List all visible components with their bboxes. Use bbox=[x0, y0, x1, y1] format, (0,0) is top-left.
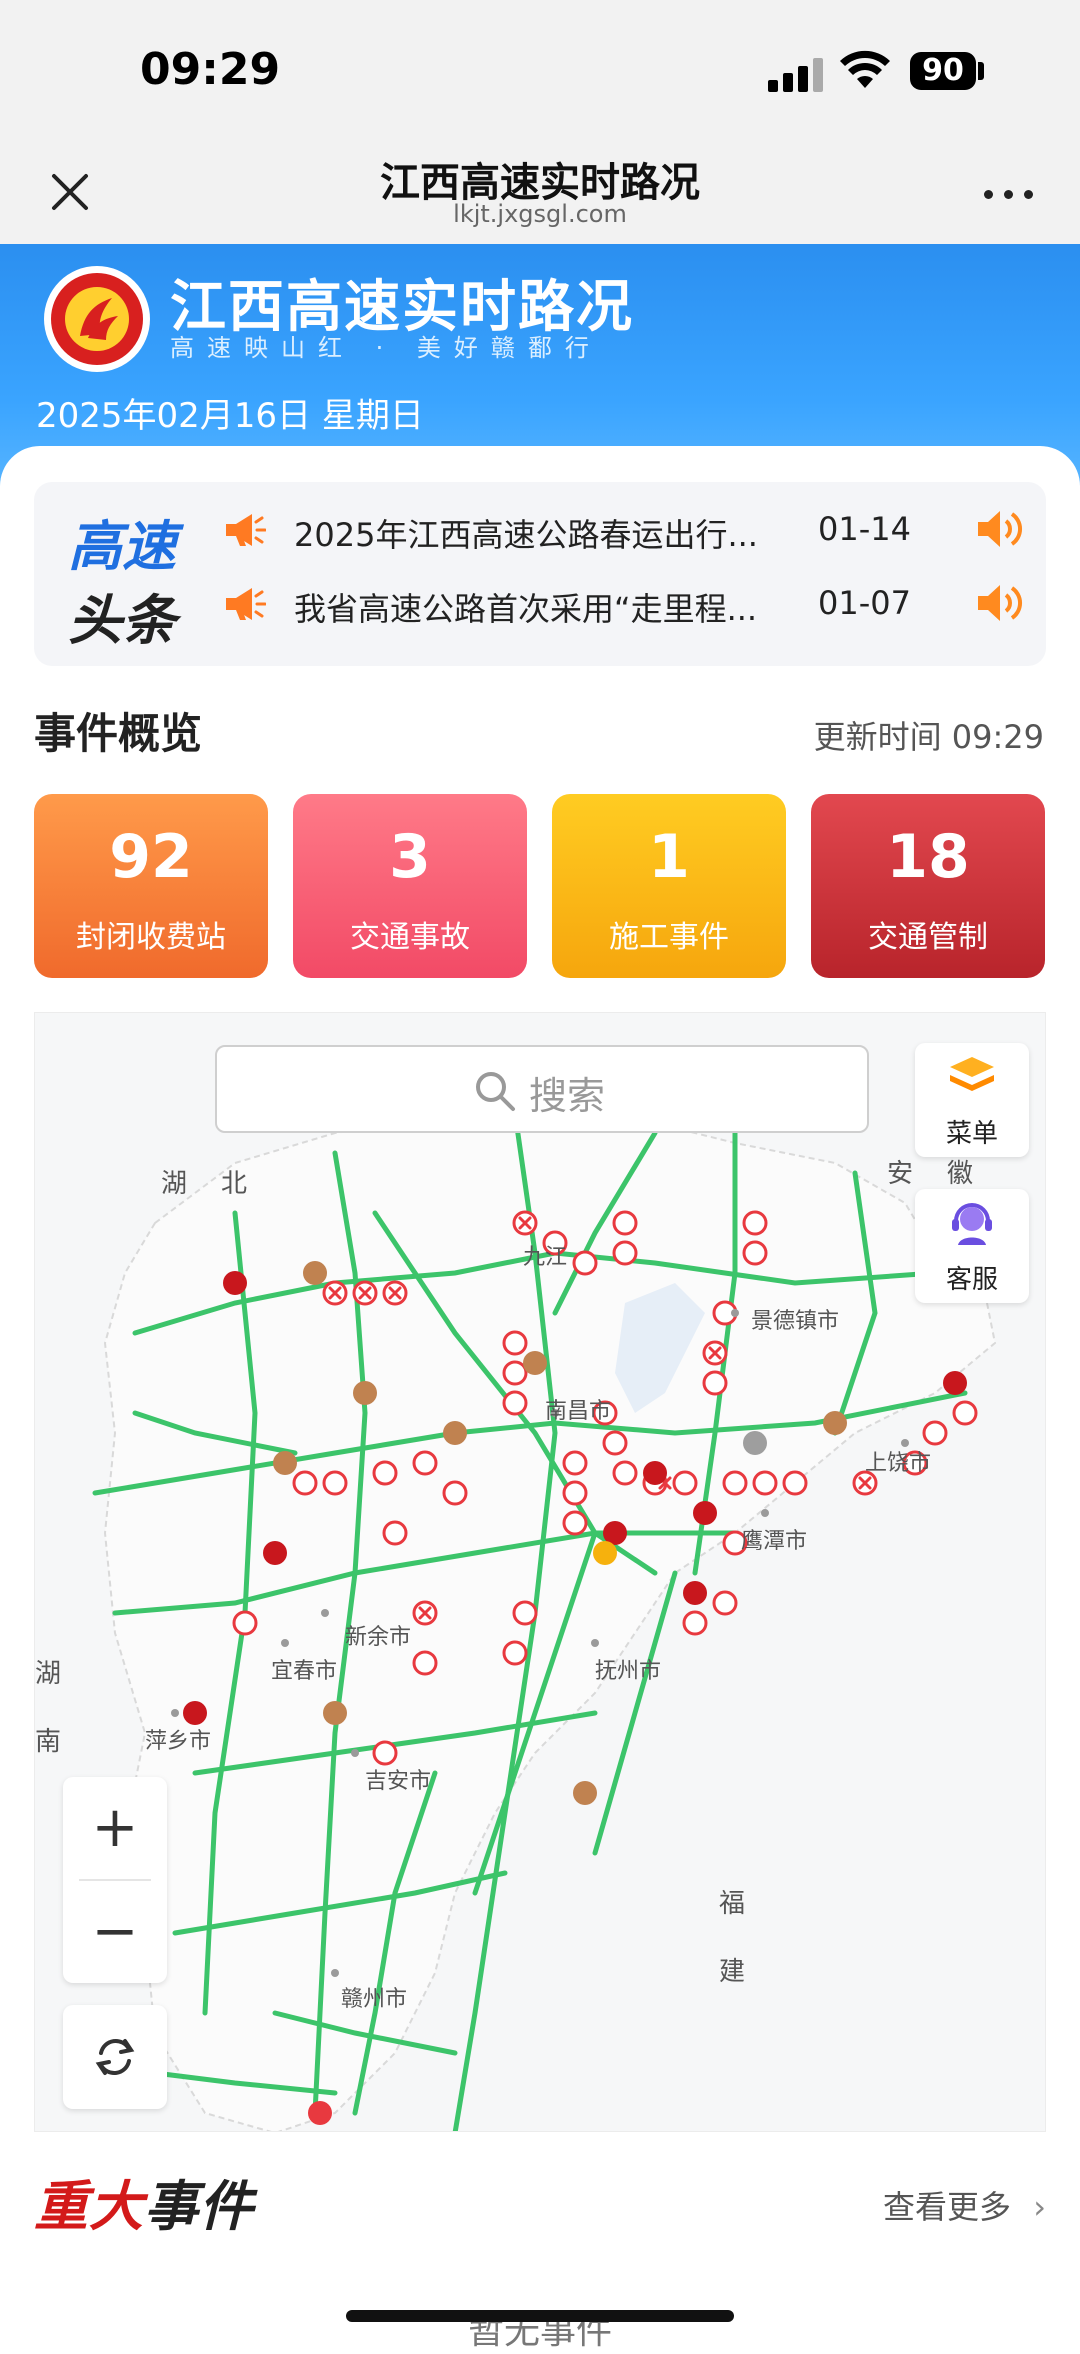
chevron-right-icon: › bbox=[1033, 2188, 1046, 2226]
headline-news: 高速 头条 2025年江西高速公路春运出行... 01-14 我省高速公路首次采… bbox=[34, 482, 1046, 666]
map-label: 萍乡市 bbox=[145, 1729, 212, 1754]
status-bar: 09:29 90 bbox=[0, 0, 1080, 140]
headset-icon bbox=[952, 1203, 992, 1245]
map-label: 安 bbox=[887, 1159, 914, 1189]
home-indicator[interactable] bbox=[346, 2310, 734, 2322]
speaker-icon[interactable] bbox=[974, 506, 1024, 552]
stat-value: 18 bbox=[886, 822, 970, 892]
major-title-black: 事件 bbox=[144, 2175, 254, 2238]
main-content: 高速 头条 2025年江西高速公路春运出行... 01-14 我省高速公路首次采… bbox=[0, 446, 1080, 2352]
stat-label: 封闭收费站 bbox=[76, 920, 226, 955]
zoom-control: + − bbox=[63, 1777, 167, 1983]
map-label: 南 bbox=[35, 1727, 62, 1757]
wifi-icon bbox=[840, 50, 890, 88]
megaphone-icon bbox=[226, 588, 266, 620]
map-label: 鹰潭市 bbox=[741, 1529, 808, 1554]
customer-service-button[interactable]: 客服 bbox=[915, 1189, 1029, 1303]
signal-icon bbox=[768, 58, 824, 92]
battery-icon: 90 bbox=[910, 52, 976, 90]
map-label: 抚州市 bbox=[595, 1659, 662, 1684]
map-label: 徽 bbox=[947, 1159, 974, 1189]
news-item[interactable]: 2025年江西高速公路春运出行... 01-14 bbox=[222, 500, 1022, 560]
news-title: 2025年江西高速公路春运出行... bbox=[294, 516, 758, 554]
map-label: 北 bbox=[221, 1169, 248, 1199]
hero-date: 2025年02月16日 星期日 bbox=[36, 396, 424, 436]
stat-label: 施工事件 bbox=[609, 920, 729, 955]
map-label: 吉安市 bbox=[365, 1769, 432, 1794]
reset-view-button[interactable] bbox=[63, 2005, 167, 2109]
map-label: 福 bbox=[719, 1889, 746, 1919]
news-date: 01-14 bbox=[818, 510, 911, 548]
menu-label: 菜单 bbox=[945, 1119, 998, 1149]
traffic-map[interactable]: 湖 北 安 徽 湖 南 福 建 南昌市 景德镇市 上饶市 鹰潭市 抚州市 新余市… bbox=[34, 1012, 1046, 2132]
map-label: 南昌市 bbox=[545, 1399, 612, 1424]
map-label: 湖 bbox=[35, 1659, 62, 1689]
map-label: 建 bbox=[719, 1957, 746, 1987]
news-title: 我省高速公路首次采用“走里程... bbox=[294, 590, 758, 628]
zoom-out-button[interactable]: − bbox=[63, 1881, 167, 1983]
logo-icon bbox=[44, 266, 150, 372]
more-options-icon[interactable] bbox=[980, 184, 1040, 204]
stat-value: 3 bbox=[389, 822, 431, 892]
search-placeholder: 搜索 bbox=[529, 1074, 606, 1118]
map-label: 上饶市 bbox=[865, 1451, 932, 1476]
stat-label: 交通管制 bbox=[868, 920, 988, 955]
stat-value: 1 bbox=[648, 822, 690, 892]
overview-title: 事件概览 bbox=[34, 709, 203, 758]
stat-closed-toll-stations[interactable]: 92 封闭收费站 bbox=[34, 794, 268, 978]
stat-label: 交通事故 bbox=[350, 920, 470, 955]
menu-button[interactable]: 菜单 bbox=[915, 1043, 1029, 1157]
news-label-bottom: 头条 bbox=[68, 589, 176, 652]
stat-traffic-control[interactable]: 18 交通管制 bbox=[811, 794, 1045, 978]
speaker-icon[interactable] bbox=[974, 580, 1024, 626]
layers-icon bbox=[950, 1057, 994, 1091]
map-search-input[interactable]: 搜索 bbox=[215, 1045, 869, 1133]
see-more-label: 查看更多 bbox=[883, 2188, 1012, 2226]
stat-construction-events[interactable]: 1 施工事件 bbox=[552, 794, 786, 978]
news-date: 01-07 bbox=[818, 584, 911, 622]
webview-header: 江西高速实时路况 lkjt.jxgsgl.com bbox=[0, 140, 1080, 244]
map-label: 赣州市 bbox=[341, 1987, 408, 2012]
map-label: 宜春市 bbox=[271, 1659, 338, 1684]
webview-url: lkjt.jxgsgl.com bbox=[453, 200, 627, 228]
customer-service-label: 客服 bbox=[945, 1265, 998, 1295]
map-label: 景德镇市 bbox=[751, 1309, 840, 1334]
megaphone-icon bbox=[226, 514, 266, 546]
see-more-link[interactable]: 查看更多 › bbox=[883, 2182, 1046, 2228]
hero-subtitle: 高速映山红 · 美好赣鄱行 bbox=[170, 334, 602, 362]
status-time: 09:29 bbox=[140, 44, 281, 95]
zoom-in-button[interactable]: + bbox=[63, 1777, 167, 1879]
stat-value: 92 bbox=[109, 822, 193, 892]
map-label: 九江 bbox=[523, 1245, 568, 1270]
update-time: 更新时间 09:29 bbox=[813, 718, 1044, 756]
refresh-icon bbox=[95, 2038, 135, 2076]
battery-cap bbox=[978, 62, 984, 80]
major-title-red: 重大 bbox=[34, 2175, 144, 2238]
news-item[interactable]: 我省高速公路首次采用“走里程... 01-07 bbox=[222, 574, 1022, 634]
map-label: 新余市 bbox=[345, 1625, 412, 1650]
major-events-title: 重大事件 bbox=[34, 2162, 254, 2241]
news-label-top: 高速 bbox=[68, 515, 176, 578]
search-icon bbox=[476, 1072, 515, 1111]
map-label: 湖 bbox=[161, 1169, 188, 1199]
stat-traffic-accidents[interactable]: 3 交通事故 bbox=[293, 794, 527, 978]
